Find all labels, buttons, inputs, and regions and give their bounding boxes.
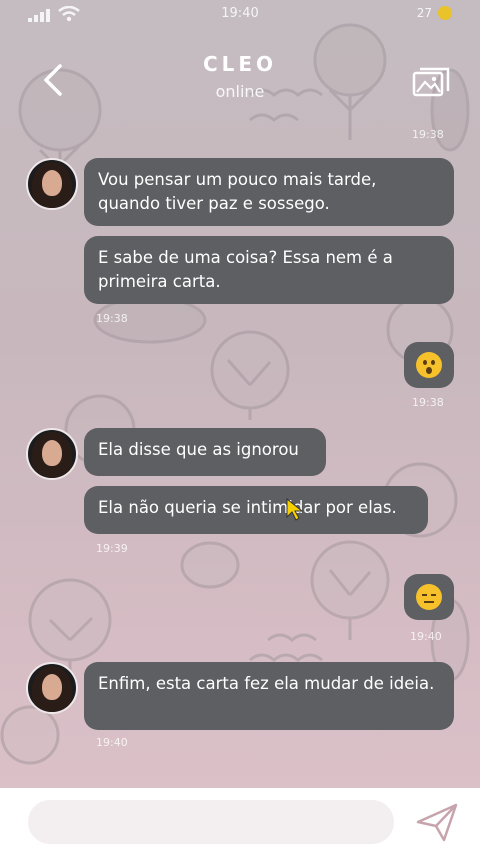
chat-header: CLEO online (0, 40, 480, 110)
message-text: Vou pensar um pouco mais tarde, quando t… (98, 170, 377, 213)
wifi-icon (58, 6, 80, 22)
chat-screen: 19:40 27 CLEO online 19:38 Vou pensar um… (0, 0, 480, 854)
send-icon[interactable] (416, 802, 458, 842)
neutral-face-icon (416, 584, 442, 610)
timestamp: 19:38 (412, 128, 444, 141)
message-text: Ela disse que as ignorou (98, 440, 299, 459)
battery-group: 27 (417, 6, 452, 20)
message-input-bar (0, 788, 480, 854)
surprised-face-icon (416, 352, 442, 378)
message-text: E sabe de uma coisa? Essa nem é a primei… (98, 248, 393, 291)
message-bubble: E sabe de uma coisa? Essa nem é a primei… (84, 236, 454, 304)
contact-status: online (215, 82, 265, 101)
cursor-icon (286, 498, 304, 521)
contact-name: CLEO (202, 52, 278, 76)
battery-icon (438, 6, 452, 20)
message-input[interactable] (28, 800, 394, 844)
timestamp: 19:38 (96, 312, 128, 325)
signal-wifi-group (28, 6, 80, 22)
message-text: Enfim, esta carta fez ela mudar de ideia… (98, 674, 435, 693)
message-text: Ela não queria se intimidar por elas. (98, 498, 397, 517)
message-bubble: Vou pensar um pouco mais tarde, quando t… (84, 158, 454, 226)
status-time: 19:40 (221, 6, 259, 21)
timestamp: 19:40 (410, 630, 442, 643)
timestamp: 19:38 (412, 396, 444, 409)
timestamp: 19:40 (96, 736, 128, 749)
timestamp: 19:39 (96, 542, 128, 555)
avatar[interactable] (26, 158, 78, 210)
status-bar: 19:40 27 (0, 0, 480, 28)
gallery-icon[interactable] (412, 66, 450, 100)
message-bubble: Ela disse que as ignorou (84, 428, 326, 476)
avatar[interactable] (26, 662, 78, 714)
battery-level: 27 (416, 6, 432, 20)
message-bubble: Enfim, esta carta fez ela mudar de ideia… (84, 662, 454, 730)
message-bubble: Ela não queria se intimidar por elas. (84, 486, 428, 534)
avatar[interactable] (26, 428, 78, 480)
sent-emoji-bubble (404, 574, 454, 620)
signal-icon (28, 9, 50, 22)
sent-emoji-bubble (404, 342, 454, 388)
